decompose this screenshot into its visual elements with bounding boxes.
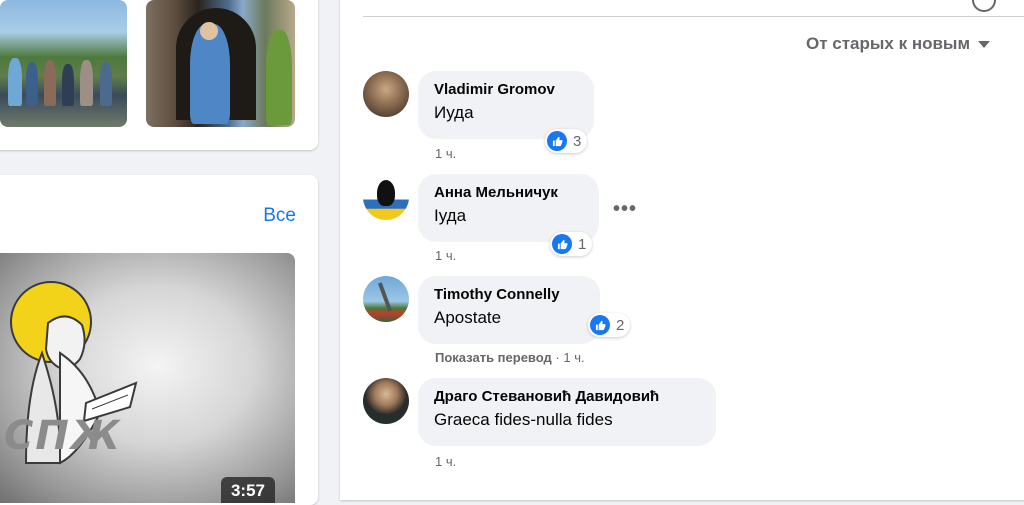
photo-priest-doorway[interactable] bbox=[146, 0, 295, 127]
photo-crowd-procession[interactable] bbox=[0, 0, 127, 127]
like-icon bbox=[590, 315, 610, 335]
spzh-logo: СПЖ bbox=[4, 413, 122, 459]
like-count: 2 bbox=[616, 316, 625, 334]
comment-bubble: Timothy Connelly Apostate bbox=[418, 276, 600, 344]
comment-meta: 1 ч. bbox=[435, 248, 456, 263]
comment-author[interactable]: Анна Мельничук bbox=[434, 183, 583, 203]
comment-time[interactable]: 1 ч. bbox=[435, 248, 456, 263]
video-thumbnail[interactable]: СПЖ 3:57 bbox=[0, 253, 295, 503]
like-count: 3 bbox=[573, 132, 582, 150]
separator: · bbox=[555, 350, 560, 365]
like-count: 1 bbox=[578, 235, 587, 253]
comment-author[interactable]: Vladimir Gromov bbox=[434, 80, 578, 100]
videos-card: Все СПЖ 3:57 bbox=[0, 175, 318, 505]
like-icon bbox=[552, 234, 572, 254]
comment-bubble: Драго Стевановић Давидовић Graeca fides-… bbox=[418, 378, 716, 446]
reaction-count[interactable]: 2 bbox=[588, 313, 631, 337]
comment-meta: 1 ч. bbox=[435, 146, 456, 161]
reaction-count[interactable]: 3 bbox=[545, 129, 588, 153]
comment-sort-dropdown[interactable]: От старых к новым bbox=[806, 34, 991, 54]
avatar[interactable] bbox=[363, 71, 409, 117]
comment-text: Apostate bbox=[434, 308, 502, 327]
comment-meta: Показать перевод · 1 ч. bbox=[435, 350, 585, 365]
like-icon bbox=[547, 131, 567, 151]
comment-author[interactable]: Драго Стевановић Давидовић bbox=[434, 387, 700, 407]
avatar[interactable] bbox=[363, 378, 409, 424]
comment-text: Graeca fides-nulla fides bbox=[434, 410, 613, 429]
comment-text: Іуда bbox=[434, 206, 467, 225]
comment-meta: 1 ч. bbox=[435, 454, 456, 469]
see-all-link[interactable]: Все bbox=[263, 205, 296, 227]
comment-text: Иуда bbox=[434, 103, 474, 122]
comment-time[interactable]: 1 ч. bbox=[435, 454, 456, 469]
more-options-icon[interactable]: ••• bbox=[613, 198, 637, 221]
dropdown-caret-icon bbox=[978, 41, 991, 49]
comment-time[interactable]: 1 ч. bbox=[563, 350, 584, 365]
saint-illustration bbox=[24, 315, 138, 465]
reaction-count[interactable]: 1 bbox=[550, 232, 593, 256]
comment-time[interactable]: 1 ч. bbox=[435, 146, 456, 161]
show-translation-link[interactable]: Показать перевод bbox=[435, 350, 552, 365]
avatar[interactable] bbox=[363, 276, 409, 322]
avatar[interactable] bbox=[363, 174, 409, 220]
photos-card bbox=[0, 0, 318, 150]
divider bbox=[363, 16, 1024, 17]
sort-label: От старых к новым bbox=[806, 34, 971, 53]
comment-author[interactable]: Timothy Connelly bbox=[434, 285, 584, 305]
